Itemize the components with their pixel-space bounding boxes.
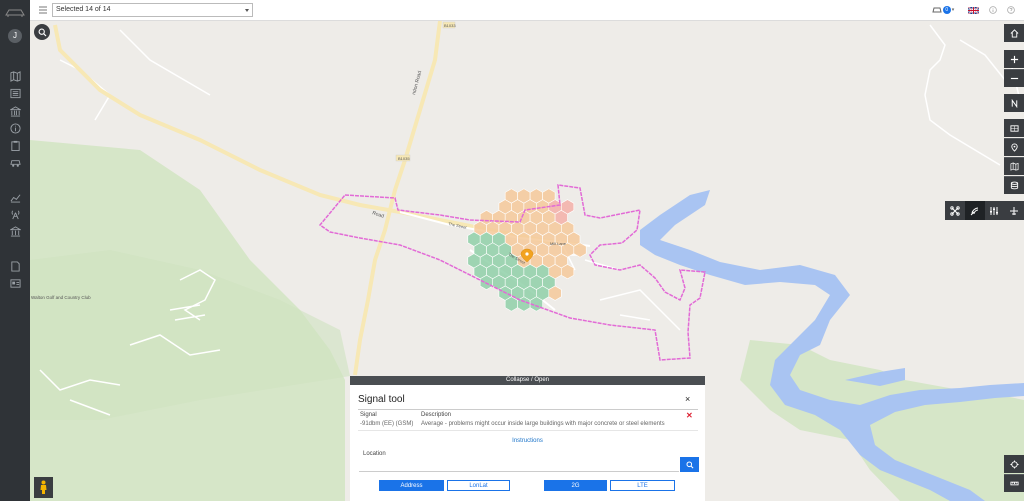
signal-description: Average - problems might occur inside la… [421, 421, 665, 427]
sidebar-vehicle-button[interactable] [7, 155, 23, 169]
map-search-button[interactable] [34, 24, 50, 40]
left-sidebar: J [0, 0, 30, 501]
remove-signal-icon[interactable]: ✕ [686, 411, 693, 420]
trend-chart-icon [10, 193, 20, 203]
close-icon[interactable]: × [685, 394, 690, 404]
sidebar-map-button[interactable] [7, 69, 23, 83]
network-2g-button[interactable]: 2G [544, 480, 607, 491]
car-icon [9, 159, 21, 167]
address-mode-button[interactable]: Address [379, 480, 444, 491]
sidebar-bank-button[interactable] [7, 224, 23, 238]
sidebar-clipboard-button[interactable] [7, 138, 23, 152]
search-icon [685, 460, 693, 468]
map-layers-button[interactable] [1004, 157, 1024, 175]
id-card-icon [9, 278, 21, 288]
home-icon [1010, 28, 1018, 38]
crosshair-icon [1009, 459, 1019, 469]
locate-me-button[interactable] [1004, 455, 1024, 473]
hamburger-menu-icon[interactable] [38, 5, 48, 15]
compass-north-icon [1011, 98, 1017, 108]
signal-column-header: Signal [360, 412, 377, 418]
panel-title: Signal tool [358, 394, 405, 405]
poi-button[interactable] [1004, 138, 1024, 156]
location-input[interactable] [359, 457, 679, 472]
user-avatar[interactable]: J [8, 29, 22, 43]
pegman-icon [40, 480, 47, 494]
info-circle-icon [989, 6, 997, 14]
database-button[interactable] [1004, 176, 1024, 194]
street-view-pegman[interactable] [34, 477, 53, 498]
chevron-down-icon [245, 9, 249, 12]
uk-flag-icon [967, 6, 979, 14]
signal-value: -91dbm (EE) (GSM) [360, 421, 414, 427]
notification-badge: 0 [942, 6, 951, 14]
search-icon [38, 28, 46, 36]
map-icon [1010, 162, 1018, 171]
signal-tool-button[interactable] [964, 201, 985, 220]
sidebar-document-button[interactable] [7, 259, 23, 273]
signal-tower-icon [11, 210, 19, 219]
sliders-icon [990, 206, 999, 215]
vehicle-selector-dropdown[interactable]: Selected 14 of 14 [52, 3, 253, 17]
document-icon [10, 260, 20, 272]
measure-button[interactable] [1004, 474, 1024, 492]
plus-icon [1010, 55, 1018, 63]
car-notification-icon [932, 7, 942, 13]
app-logo-icon [5, 9, 25, 17]
signal-tool-panel: Signal tool × Signal Description -91dbm … [350, 385, 705, 501]
clipboard-icon [10, 140, 20, 151]
north-reset-button[interactable] [1004, 94, 1024, 112]
help-circle-icon [1007, 6, 1015, 14]
road-label-b1033: B1033 [444, 23, 456, 28]
language-selector[interactable] [966, 4, 980, 16]
golf-club-label: Walton Golf and Country Club [31, 295, 91, 300]
sidebar-list-button[interactable] [7, 86, 23, 100]
help-button[interactable] [1005, 4, 1017, 16]
list-icon [9, 88, 21, 98]
drone-tool-button[interactable] [945, 201, 965, 220]
zoom-out-button[interactable] [1004, 69, 1024, 87]
instructions-link[interactable]: Instructions [350, 438, 705, 444]
sidebar-building-button[interactable] [7, 104, 23, 118]
divider [358, 409, 698, 410]
location-search-button[interactable] [680, 457, 699, 472]
satellite-dish-icon [970, 207, 978, 215]
map-pin-icon [1010, 143, 1018, 152]
building-icon [9, 105, 21, 117]
settings-button[interactable] [987, 4, 999, 16]
home-button[interactable] [1004, 24, 1024, 42]
fullscreen-button[interactable] [1004, 119, 1024, 137]
top-bar: Selected 14 of 14 0 ▾ [30, 0, 1024, 21]
notifications-button[interactable]: 0 ▾ [930, 4, 956, 16]
drone-icon [950, 205, 960, 216]
zoom-in-button[interactable] [1004, 50, 1024, 68]
sidebar-info-button[interactable] [7, 121, 23, 135]
lonlat-mode-button[interactable]: LonLat [447, 480, 510, 491]
plane-icon [1010, 206, 1019, 215]
network-lte-button[interactable]: LTE [610, 480, 675, 491]
minus-icon [1010, 77, 1018, 80]
filter-tool-button[interactable] [985, 201, 1005, 220]
road-label-mill-lane: Mill Lane [550, 241, 567, 246]
sidebar-chart-button[interactable] [7, 190, 23, 204]
database-icon [1010, 181, 1018, 190]
sidebar-id-card-button[interactable] [7, 276, 23, 290]
description-column-header: Description [421, 412, 452, 418]
divider [358, 430, 698, 431]
info-icon [9, 122, 21, 134]
panel-collapse-toggle[interactable]: Collapse / Open [350, 376, 705, 385]
chevron-down-icon: ▾ [951, 7, 955, 13]
map-icon [9, 70, 21, 82]
grid-icon [1009, 124, 1019, 132]
bank-icon [9, 225, 21, 237]
road-label-b1035: B1035 [398, 156, 410, 161]
selector-value: Selected 14 of 14 [56, 6, 111, 13]
tool-selector-bar [945, 201, 1024, 220]
sidebar-signal-tower-button[interactable] [7, 207, 23, 221]
ruler-icon [1009, 481, 1019, 486]
aircraft-tool-button[interactable] [1004, 201, 1024, 220]
